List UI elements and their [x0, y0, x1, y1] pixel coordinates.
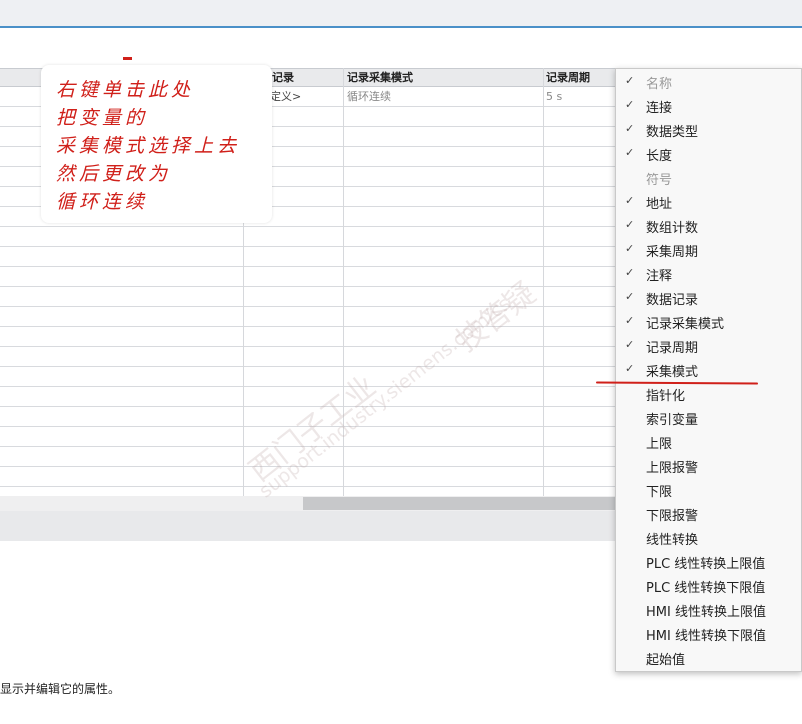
annotation-line: 然后更改为: [56, 163, 172, 185]
menu-item-label: 地址: [646, 197, 673, 212]
menu-item-label: 名称: [646, 77, 673, 92]
menu-item-label: 上限报警: [646, 461, 699, 476]
cell-log[interactable]: 定义>: [270, 87, 301, 106]
menu-item[interactable]: ✓ 地址: [616, 190, 802, 214]
menu-item[interactable]: HMI 线性转换下限值: [616, 622, 802, 646]
menu-item-label: 线性转换: [646, 533, 699, 548]
column-header-log[interactable]: 记录: [272, 69, 294, 86]
menu-item[interactable]: 起始值: [616, 646, 802, 670]
menu-item[interactable]: PLC 线性转换上限值: [616, 550, 802, 574]
menu-item[interactable]: ✓ 长度: [616, 142, 802, 166]
menu-item-label: 长度: [646, 149, 673, 164]
editor-toolbar-area: [0, 28, 802, 68]
annotation-dash: [123, 57, 132, 60]
horizontal-scrollbar[interactable]: [0, 496, 616, 511]
menu-item-label: 指针化: [646, 389, 686, 404]
menu-item[interactable]: ✓ 数据类型: [616, 118, 802, 142]
menu-item-label: 符号: [646, 173, 673, 188]
menu-item-label: 采集模式: [646, 365, 699, 380]
check-icon: ✓: [625, 314, 635, 327]
column-header-log-cycle[interactable]: 记录周期: [546, 69, 590, 86]
check-icon: ✓: [625, 122, 635, 135]
cell-log-cycle[interactable]: 5 s: [546, 87, 562, 106]
check-icon: ✓: [625, 146, 635, 159]
table-row[interactable]: [0, 367, 616, 387]
menu-item-label: 注释: [646, 269, 673, 284]
menu-item-label: 连接: [646, 101, 673, 116]
column-context-menu: ✓ 名称 ✓ 连接 ✓ 数据类型 ✓ 长度 符号 ✓ 地址 ✓ 数组计数 ✓ 采集周期 ✓ 注释 ✓ 数据记录 ✓ 记录…: [615, 68, 802, 672]
menu-item[interactable]: ✓ 连接: [616, 94, 802, 118]
menu-item[interactable]: ✓ 数组计数: [616, 214, 802, 238]
column-header-log-acquisition-mode[interactable]: 记录采集模式: [347, 69, 413, 86]
menu-item-label: PLC 线性转换下限值: [646, 581, 766, 596]
status-text: 显示并编辑它的属性。: [0, 682, 121, 696]
cell-log-acquisition-mode[interactable]: 循环连续: [347, 87, 391, 106]
menu-item[interactable]: 上限报警: [616, 454, 802, 478]
annotation-line: 把变量的: [56, 107, 149, 129]
top-tab-strip: [0, 0, 802, 28]
table-row[interactable]: [0, 327, 616, 347]
menu-item-label: 上限: [646, 437, 673, 452]
check-icon: ✓: [625, 362, 635, 375]
menu-item-label: 采集周期: [646, 245, 699, 260]
menu-item[interactable]: 线性转换: [616, 526, 802, 550]
menu-item[interactable]: 上限: [616, 430, 802, 454]
menu-item[interactable]: ✓ 采集模式: [616, 358, 802, 382]
menu-item-label: 数据类型: [646, 125, 699, 140]
check-icon: ✓: [625, 74, 635, 87]
annotation-line: 循环连续: [56, 191, 149, 213]
menu-item: 符号: [616, 166, 802, 190]
check-icon: ✓: [625, 290, 635, 303]
annotation-line: 右键单击此处: [56, 79, 195, 101]
menu-item[interactable]: ✓ 采集周期: [616, 238, 802, 262]
menu-item[interactable]: 指针化: [616, 382, 802, 406]
table-row[interactable]: [0, 487, 616, 496]
menu-item[interactable]: ✓ 记录采集模式: [616, 310, 802, 334]
menu-item-label: 索引变量: [646, 413, 699, 428]
menu-item-label: 下限报警: [646, 509, 699, 524]
menu-item[interactable]: 索引变量: [616, 406, 802, 430]
check-icon: ✓: [625, 98, 635, 111]
menu-item-label: PLC 线性转换上限值: [646, 557, 766, 572]
menu-item-label: HMI 线性转换上限值: [646, 605, 766, 620]
check-icon: ✓: [625, 338, 635, 351]
menu-item[interactable]: ✓ 注释: [616, 262, 802, 286]
check-icon: ✓: [625, 266, 635, 279]
scrollbar-thumb[interactable]: [303, 497, 616, 510]
menu-item[interactable]: HMI 线性转换上限值: [616, 598, 802, 622]
column-divider: [543, 68, 544, 496]
table-row[interactable]: [0, 247, 616, 267]
check-icon: ✓: [625, 218, 635, 231]
check-icon: ✓: [625, 242, 635, 255]
menu-item-label: 数据记录: [646, 293, 699, 308]
menu-item-label: 记录周期: [646, 341, 699, 356]
menu-item-label: 记录采集模式: [646, 317, 725, 332]
menu-item[interactable]: ✓ 记录周期: [616, 334, 802, 358]
menu-item: ✓ 名称: [616, 70, 802, 94]
menu-item-label: 起始值: [646, 653, 686, 668]
menu-item[interactable]: 下限: [616, 478, 802, 502]
annotation-note: 右键单击此处 把变量的 采集模式选择上去 然后更改为 循环连续: [41, 57, 272, 223]
menu-item-label: HMI 线性转换下限值: [646, 629, 766, 644]
menu-item[interactable]: 下限报警: [616, 502, 802, 526]
menu-item[interactable]: ✓ 数据记录: [616, 286, 802, 310]
table-row[interactable]: [0, 347, 616, 367]
table-row[interactable]: [0, 227, 616, 247]
menu-item-label: 数组计数: [646, 221, 699, 236]
check-icon: ✓: [625, 194, 635, 207]
menu-item[interactable]: PLC 线性转换下限值: [616, 574, 802, 598]
annotation-line: 采集模式选择上去: [56, 135, 241, 157]
menu-item-label: 下限: [646, 485, 673, 500]
